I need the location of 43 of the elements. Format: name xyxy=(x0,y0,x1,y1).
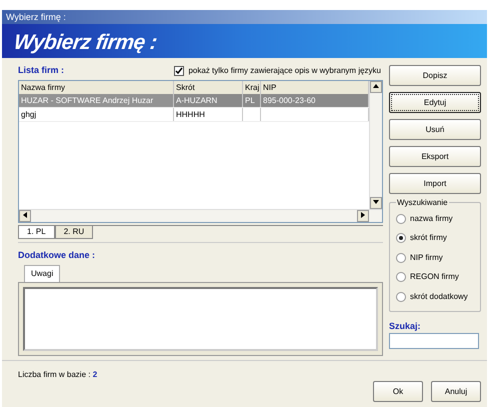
action-button[interactable]: Edytuj xyxy=(389,92,481,113)
action-button[interactable]: Eksport xyxy=(389,146,481,167)
scroll-down-icon[interactable] xyxy=(370,196,382,208)
window-title: Wybierz firmę : xyxy=(2,10,487,24)
table-cell: HHHHH xyxy=(174,108,243,120)
action-button[interactable]: Import xyxy=(389,173,481,194)
section-label: Lista firm : xyxy=(18,64,64,77)
radio-button[interactable] xyxy=(396,233,406,244)
vertical-scrollbar[interactable] xyxy=(369,80,382,208)
horizontal-scrollbar[interactable] xyxy=(19,208,382,222)
banner-title: Wybierz firmę : xyxy=(12,30,159,56)
scroll-left-icon[interactable] xyxy=(19,210,31,222)
radio-label: nazwa firmy xyxy=(410,212,453,225)
scroll-right-icon[interactable] xyxy=(357,210,369,222)
search-label: Szukaj: xyxy=(389,320,422,333)
radio-label: NIP firmy xyxy=(410,252,443,264)
table-cell: 895-000-23-60 xyxy=(261,94,369,106)
action-button[interactable]: Dopisz xyxy=(389,65,481,86)
language-tab[interactable]: 1. PL xyxy=(18,226,55,238)
count-label: Liczba firm w bazie : xyxy=(18,370,92,379)
dialog-button[interactable]: Ok xyxy=(373,381,423,402)
table-cell: PL xyxy=(243,94,261,106)
table-cell: ghgj xyxy=(19,108,174,120)
dialog-button[interactable]: Anuluj xyxy=(431,381,481,402)
radio-button[interactable] xyxy=(396,214,406,224)
search-field[interactable] xyxy=(389,333,479,349)
radio-label: skrót firmy xyxy=(410,232,447,244)
radio-label: REGON firmy xyxy=(410,271,459,284)
filter-label: pokaż tylko firmy zawierające opis w wybranym języku xyxy=(188,64,381,77)
action-button[interactable]: Usuń xyxy=(389,119,481,140)
radio-button[interactable] xyxy=(396,292,406,302)
group-label: Wyszukiwanie xyxy=(396,197,449,209)
notes-tab[interactable]: Uwagi xyxy=(24,265,60,282)
radio-label: skrót dodatkowy xyxy=(410,290,468,303)
count-value: 2 xyxy=(92,370,98,379)
radio-button[interactable] xyxy=(396,272,406,282)
table-cell: A-HUZARN xyxy=(174,94,243,106)
section-label: Dodatkowe dane : xyxy=(18,248,96,262)
scroll-up-icon[interactable] xyxy=(370,80,382,92)
table-cell: HUZAR - SOFTWARE Andrzej Huzar xyxy=(19,94,174,106)
radio-button[interactable] xyxy=(396,252,406,263)
language-tab[interactable]: 2. RU xyxy=(54,226,94,238)
checkbox[interactable] xyxy=(174,66,184,76)
